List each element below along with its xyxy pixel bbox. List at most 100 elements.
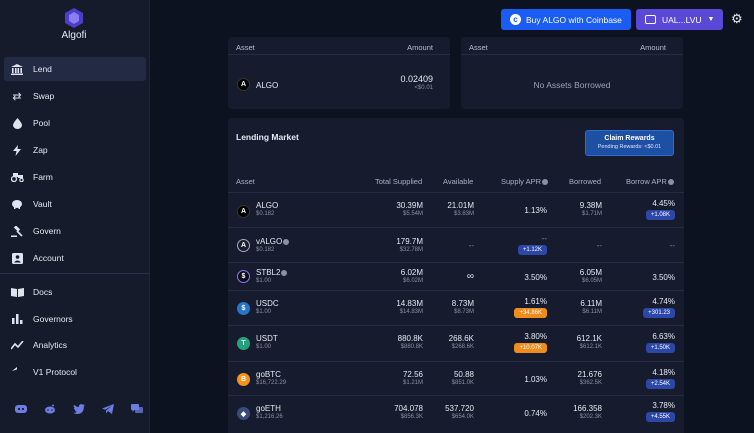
borrowed-cell: 166.358 $202.3K — [573, 404, 602, 420]
total-supplied-cell: 6.02M $6.02M — [400, 268, 423, 284]
supply-rewards-badge[interactable]: +34.86K — [514, 308, 547, 318]
total-supplied-cell: 880.8K $880.8K — [397, 334, 423, 350]
sidebar-item-v1-protocol[interactable]: V1 Protocol — [4, 360, 146, 384]
asset-name-cell: goETH $1,216.26 — [256, 404, 283, 420]
info-icon[interactable] — [542, 179, 549, 186]
book-icon — [10, 285, 24, 299]
sidebar-item-label: Farm — [33, 172, 53, 182]
total-supplied-cell: 72.56 $1.21M — [402, 370, 423, 386]
buy-algo-coinbase-button[interactable]: c Buy ALGO with Coinbase — [501, 9, 631, 30]
bar-chart-icon — [10, 312, 24, 326]
available-cell: 50.88 $851.0K — [451, 370, 474, 386]
column-header-asset: Asset — [236, 43, 255, 52]
sidebar-item-label: Governors — [33, 314, 73, 324]
table-row[interactable]: $ USDC $1.00 14.83M $14.83M 8.73M $8.73M 1.… — [228, 290, 684, 325]
supplied-asset-name: ALGO — [256, 81, 279, 90]
forum-icon[interactable] — [122, 404, 151, 414]
sidebar-item-swap[interactable]: ⇄ Swap — [4, 84, 146, 108]
borrow-rewards-badge[interactable]: +4.55K — [645, 412, 675, 422]
available-cell: 21.01M $3.83M — [447, 201, 474, 217]
header-divider — [461, 54, 683, 55]
sidebar-item-govern[interactable]: Govern — [4, 219, 146, 243]
table-row[interactable]: T USDT $1.00 880.8K $880.8K 268.6K $268.6K … — [228, 325, 684, 361]
borrow-rewards-badge[interactable]: +1.50K — [645, 343, 675, 353]
sidebar-item-label: Pool — [33, 118, 51, 128]
algo-icon: A — [237, 205, 250, 218]
supply-apr-cell: -- +1.12K — [517, 234, 547, 255]
borrowed-cell: -- — [596, 241, 602, 250]
column-header-total-supplied: Total Supplied — [375, 177, 423, 186]
lightning-icon — [10, 143, 24, 157]
table-row[interactable]: $ STBL2 $1.00 6.02M $6.02M ∞ 3.50% 6.05M $6… — [228, 262, 684, 290]
available-cell: -- — [468, 241, 474, 250]
supply-apr-cell: 3.50% — [524, 273, 547, 282]
asset-name-cell: ALGO $0.182 — [256, 201, 279, 217]
column-header-supply-apr[interactable]: Supply APR — [501, 177, 549, 186]
borrow-rewards-badge[interactable]: +1.08K — [645, 210, 675, 220]
supply-apr-cell: 1.61% +34.86K — [514, 297, 547, 318]
column-header-asset: Asset — [236, 177, 255, 186]
borrow-rewards-badge[interactable]: +2.54K — [645, 379, 675, 389]
sidebar-item-docs[interactable]: Docs — [4, 280, 146, 304]
borrowed-assets-card: Asset Amount No Assets Borrowed — [461, 37, 683, 109]
sidebar-item-lend[interactable]: Lend — [4, 57, 146, 81]
reddit-icon[interactable] — [35, 404, 64, 414]
gobtc-icon: B — [237, 373, 250, 386]
available-cell: ∞ — [466, 271, 474, 282]
column-header-amount: Amount — [407, 43, 433, 52]
app-name: Algofi — [61, 30, 87, 41]
info-icon[interactable] — [281, 269, 288, 276]
table-row[interactable]: A ALGO $0.182 30.39M $5.54M 21.01M $3.83M 1… — [228, 192, 684, 227]
supply-rewards-badge[interactable]: +10.07K — [514, 343, 547, 353]
line-chart-icon — [10, 338, 24, 352]
total-supplied-cell: 179.7M $32.78M — [396, 237, 423, 253]
social-links — [6, 404, 151, 414]
info-icon[interactable] — [667, 179, 674, 186]
supplied-assets-card: Asset Amount A ALGO 0.02409 <$0.01 — [228, 37, 450, 109]
empty-state-text: No Assets Borrowed — [533, 80, 611, 90]
table-row[interactable]: B goBTC $16,722.29 72.56 $1.21M 50.88 $851.… — [228, 361, 684, 395]
sidebar-item-pool[interactable]: Pool — [4, 111, 146, 135]
table-row[interactable]: A vALGO $0.182 179.7M $32.78M -- -- +1.12K … — [228, 227, 684, 262]
droplet-icon — [10, 116, 24, 130]
borrow-apr-cell: 3.78% +4.55K — [645, 401, 675, 422]
twitter-icon[interactable] — [64, 404, 93, 414]
telegram-icon[interactable] — [93, 404, 122, 414]
sidebar-item-label: Account — [33, 253, 64, 263]
column-header-available: Available — [443, 177, 474, 186]
claim-rewards-button[interactable]: Claim Rewards Pending Rewards: <$0.01 — [585, 130, 674, 156]
asset-name-cell: STBL2 $1.00 — [256, 268, 288, 284]
total-supplied-cell: 704.078 $856.3K — [394, 404, 423, 420]
table-row[interactable]: ◆ goETH $1,216.26 704.078 $856.3K 537.720 $… — [228, 395, 684, 431]
algofi-logo[interactable]: Algofi — [56, 8, 92, 41]
supply-apr-cell: 1.13% — [524, 206, 547, 215]
asset-name-cell: USDC $1.00 — [256, 299, 279, 315]
column-header-borrow-apr[interactable]: Borrow APR — [626, 177, 674, 186]
claim-rewards-label: Claim Rewards — [604, 135, 655, 142]
borrow-apr-cell: -- — [669, 241, 675, 250]
sidebar-item-account[interactable]: Account — [4, 246, 146, 270]
usdt-icon: T — [237, 337, 250, 350]
borrow-apr-cell: 4.45% +1.08K — [645, 199, 675, 220]
sidebar-item-farm[interactable]: Farm — [4, 165, 146, 189]
sidebar-item-label: Lend — [33, 64, 52, 74]
wallet-button[interactable]: UAL...LVU ▼ — [636, 9, 723, 30]
supply-rewards-badge[interactable]: +1.12K — [517, 245, 547, 255]
page-title: Lending Market — [236, 132, 299, 142]
sidebar-item-vault[interactable]: Vault — [4, 192, 146, 216]
borrow-rewards-badge[interactable]: +301.23 — [643, 308, 675, 318]
supply-apr-cell: 3.80% +10.07K — [514, 332, 547, 353]
discord-icon[interactable] — [6, 404, 35, 414]
sidebar-item-label: Analytics — [33, 340, 68, 350]
asset-name-cell: USDT $1.00 — [256, 334, 278, 350]
sidebar-item-zap[interactable]: Zap — [4, 138, 146, 162]
sidebar-item-analytics[interactable]: Analytics — [4, 333, 146, 357]
swap-arrows-icon: ⇄ — [12, 90, 22, 103]
algofi-logo-icon — [65, 8, 83, 28]
info-icon[interactable] — [283, 238, 290, 245]
header-divider — [228, 54, 450, 55]
sidebar-item-governors[interactable]: Governors — [4, 307, 146, 331]
goeth-icon: ◆ — [237, 407, 250, 420]
gear-icon[interactable]: ⚙ — [731, 11, 743, 27]
total-supplied-cell: 14.83M $14.83M — [396, 299, 423, 315]
